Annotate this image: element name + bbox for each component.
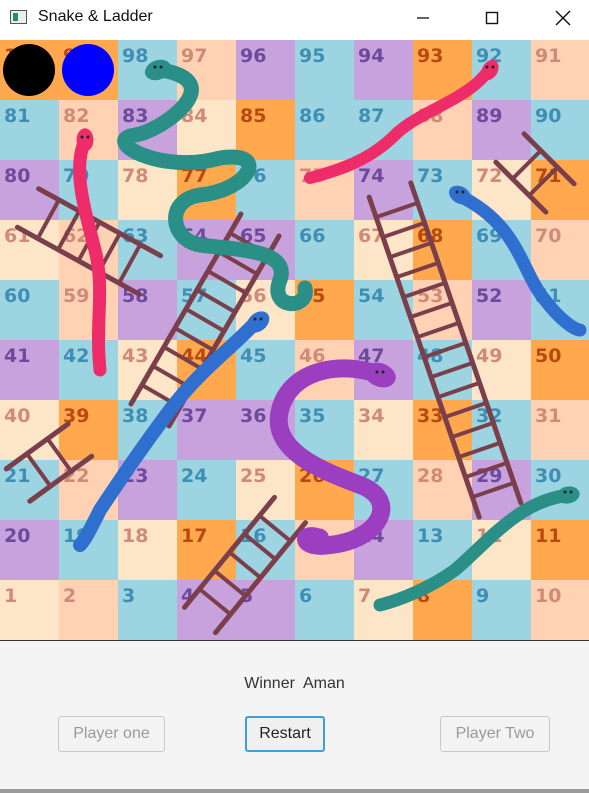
cell-number: 91 bbox=[535, 45, 561, 67]
cell-number: 74 bbox=[358, 165, 384, 187]
cell-number: 42 bbox=[63, 345, 89, 367]
cell-number: 45 bbox=[240, 345, 266, 367]
cell-number: 60 bbox=[4, 285, 30, 307]
player-two-button[interactable]: Player Two bbox=[440, 716, 550, 752]
cell-number: 50 bbox=[535, 345, 561, 367]
cell-number: 37 bbox=[181, 405, 207, 427]
cell-number: 97 bbox=[181, 45, 207, 67]
cell-number: 34 bbox=[358, 405, 384, 427]
cell-number: 95 bbox=[299, 45, 325, 67]
cell-number: 89 bbox=[476, 105, 502, 127]
cell-number: 80 bbox=[4, 165, 30, 187]
cell-number: 52 bbox=[476, 285, 502, 307]
title-bar: Snake & Ladder bbox=[0, 0, 589, 36]
cell-number: 59 bbox=[63, 285, 89, 307]
cell-number: 83 bbox=[122, 105, 148, 127]
cell-number: 9 bbox=[476, 585, 489, 607]
app-icon bbox=[10, 10, 27, 24]
cell-number: 41 bbox=[4, 345, 30, 367]
cell-number: 28 bbox=[417, 465, 443, 487]
maximize-icon[interactable] bbox=[469, 0, 515, 36]
cell-number: 49 bbox=[476, 345, 502, 367]
cell-number: 3 bbox=[122, 585, 135, 607]
cell-number: 66 bbox=[299, 225, 325, 247]
cell-number: 13 bbox=[417, 525, 443, 547]
cell-number: 93 bbox=[417, 45, 443, 67]
cell-number: 78 bbox=[122, 165, 148, 187]
restart-button[interactable]: Restart bbox=[245, 716, 325, 752]
player-two-token bbox=[62, 44, 114, 96]
cell-number: 73 bbox=[417, 165, 443, 187]
cell-number: 20 bbox=[4, 525, 30, 547]
close-icon[interactable] bbox=[540, 0, 586, 36]
cell-number: 54 bbox=[358, 285, 384, 307]
winner-label: Winner Aman bbox=[244, 675, 345, 692]
cell-number: 87 bbox=[358, 105, 384, 127]
cell-number: 90 bbox=[535, 105, 561, 127]
game-board: 1009998979695949392918182838485868788899… bbox=[0, 40, 589, 640]
cell-number: 85 bbox=[240, 105, 266, 127]
cell-number: 11 bbox=[535, 525, 561, 547]
window-title: Snake & Ladder bbox=[38, 8, 153, 25]
cell-number: 70 bbox=[535, 225, 561, 247]
cell-number: 10 bbox=[535, 585, 561, 607]
cell-number: 40 bbox=[4, 405, 30, 427]
minimize-icon[interactable] bbox=[400, 0, 446, 36]
cell-number: 36 bbox=[240, 405, 266, 427]
cell-number: 25 bbox=[240, 465, 266, 487]
window-bottom-edge bbox=[0, 789, 589, 793]
cell-number: 35 bbox=[299, 405, 325, 427]
cell-number: 24 bbox=[181, 465, 207, 487]
cell-number: 86 bbox=[299, 105, 325, 127]
control-panel: Winner Aman Player one Restart Player Tw… bbox=[0, 641, 589, 789]
cell-number: 43 bbox=[122, 345, 148, 367]
cell-number: 2 bbox=[63, 585, 76, 607]
cell-number: 38 bbox=[122, 405, 148, 427]
board-canvas: 1009998979695949392918182838485868788899… bbox=[0, 40, 589, 640]
cell-number: 82 bbox=[63, 105, 89, 127]
cell-number: 96 bbox=[240, 45, 266, 67]
cell-number: 1 bbox=[4, 585, 17, 607]
cell-number: 98 bbox=[122, 45, 148, 67]
cell-number: 31 bbox=[535, 405, 561, 427]
cell-number: 7 bbox=[358, 585, 371, 607]
cell-number: 6 bbox=[299, 585, 312, 607]
cell-number: 30 bbox=[535, 465, 561, 487]
cell-number: 18 bbox=[122, 525, 148, 547]
cell-number: 81 bbox=[4, 105, 30, 127]
player-one-token bbox=[3, 44, 55, 96]
cell-number: 17 bbox=[181, 525, 207, 547]
player-one-button[interactable]: Player one bbox=[58, 716, 165, 752]
cell-number: 94 bbox=[358, 45, 384, 67]
